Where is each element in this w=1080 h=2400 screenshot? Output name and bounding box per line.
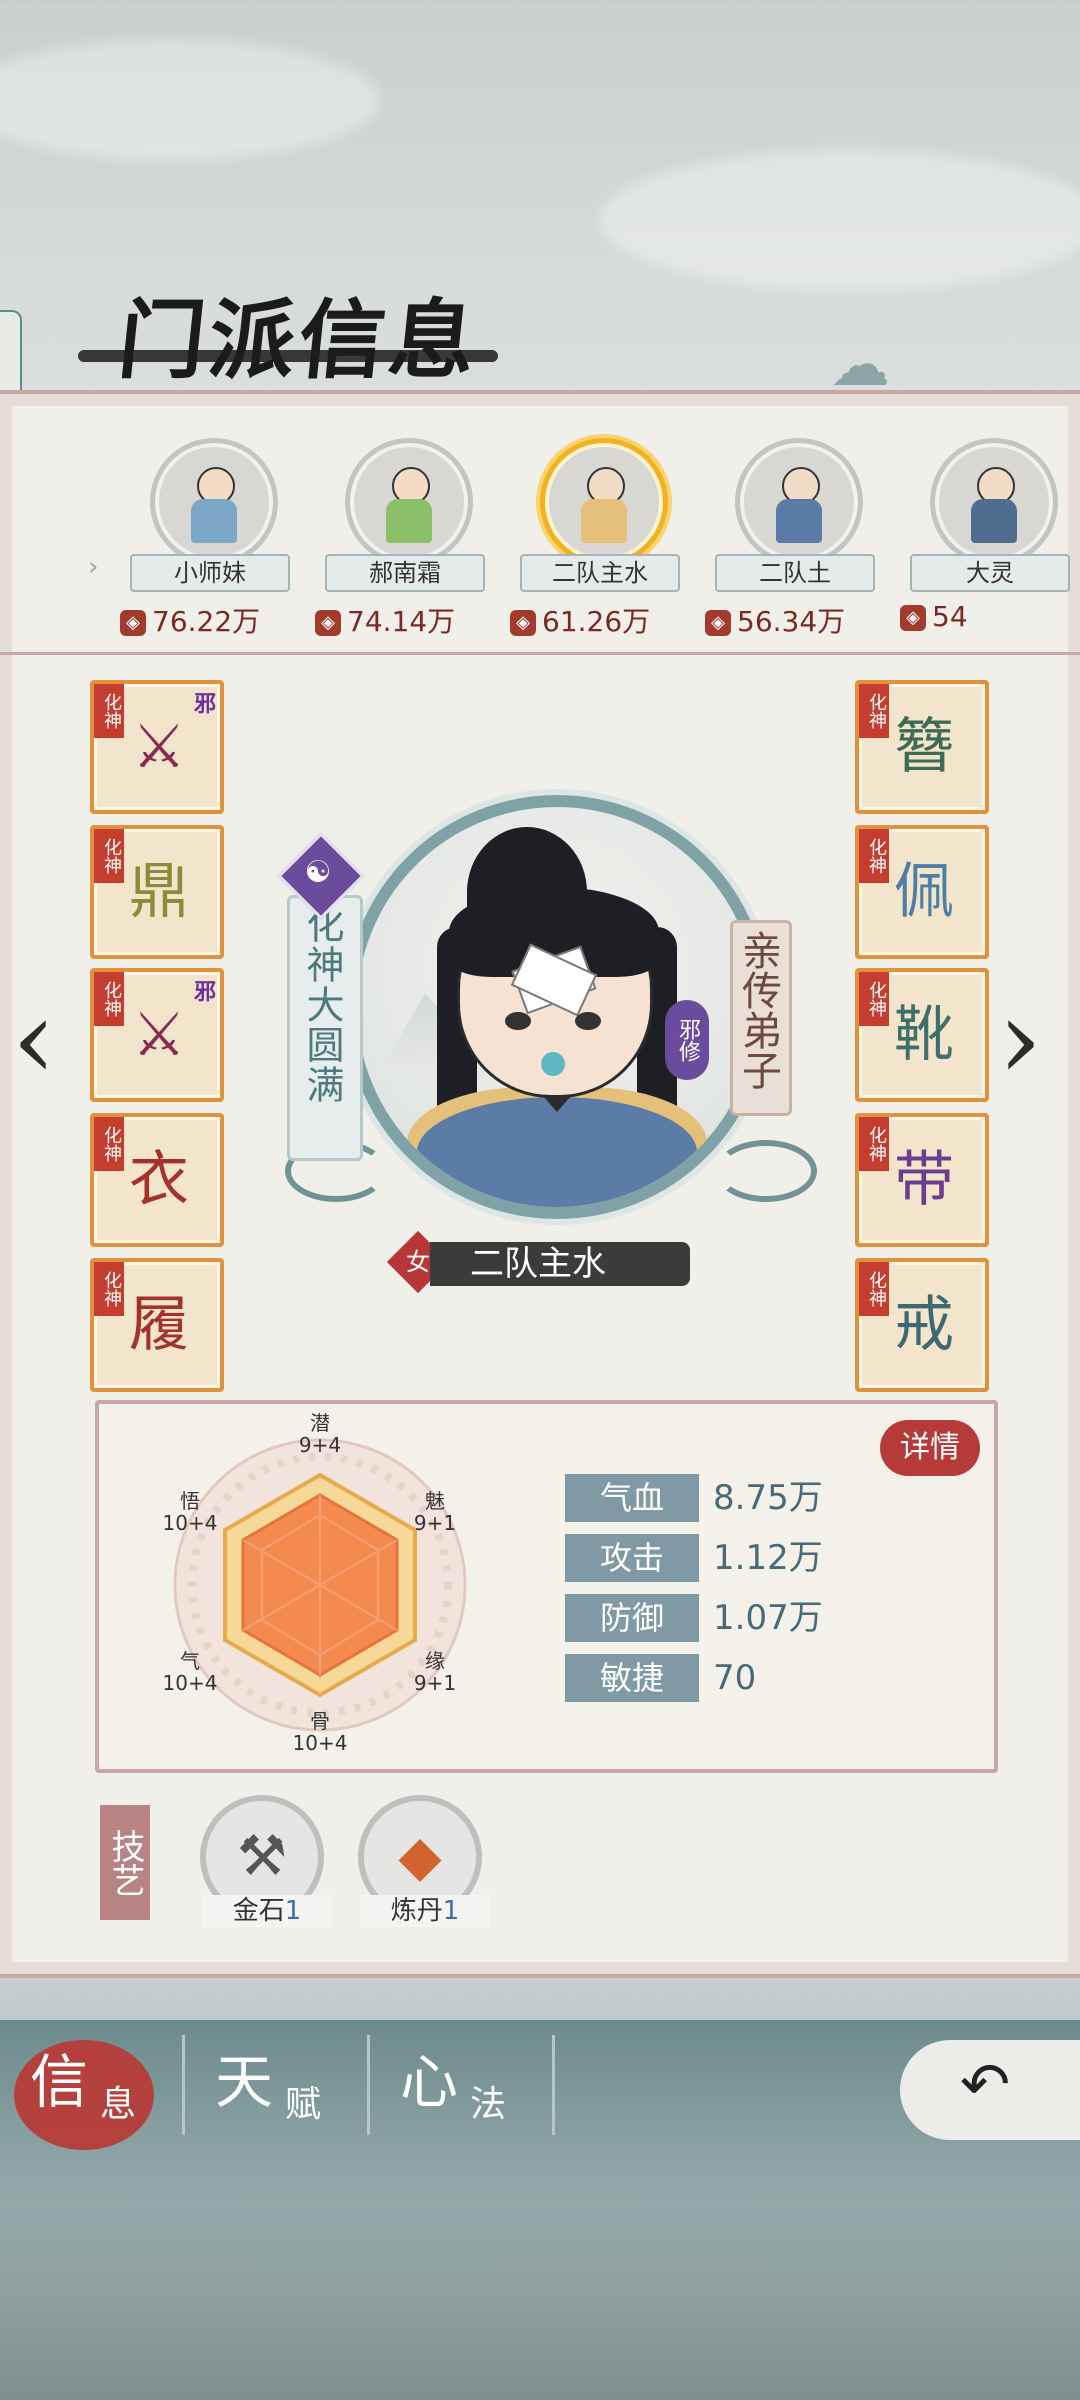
power-icon: ◈ — [120, 610, 146, 636]
tab-talent[interactable]: 天 赋 — [185, 2035, 370, 2135]
equip-slot-left-5[interactable]: 化神 履 — [90, 1258, 224, 1392]
cauldron-icon: 鼎 — [129, 857, 189, 927]
stat-row-attack: 攻击 1.12万 — [565, 1534, 823, 1582]
roster-power: ◈ 61.26万 — [510, 600, 696, 640]
equip-slot-right-2[interactable]: 化神 佩 — [855, 825, 989, 959]
dagger-icon: ⚔ — [132, 712, 186, 782]
roster-item[interactable]: 大灵 ◈ 54 — [890, 430, 1080, 650]
skill-label: 金石1 — [202, 1895, 332, 1927]
roster-name: 二队土 — [715, 554, 875, 592]
robe-icon: 衣 — [129, 1145, 189, 1215]
avatar[interactable] — [540, 438, 668, 566]
attr-gu: 骨 10+4 — [292, 1709, 348, 1755]
radar-chart — [173, 1438, 467, 1732]
roster-name: 二队主水 — [520, 554, 680, 592]
divider — [0, 652, 1080, 655]
stat-row-defense: 防御 1.07万 — [565, 1594, 823, 1642]
power-icon: ◈ — [510, 610, 536, 636]
stat-label: 气血 — [565, 1474, 699, 1522]
attr-yuan: 缘 9+1 — [413, 1649, 457, 1695]
roster-name: 郝南霜 — [325, 554, 485, 592]
roster-item-selected[interactable]: 二队主水 ◈ 61.26万 — [500, 430, 696, 650]
shoe-icon: 靴 — [894, 1000, 954, 1070]
boot-icon: 履 — [129, 1290, 189, 1360]
stat-label: 攻击 — [565, 1534, 699, 1582]
tab-method[interactable]: 心 法 — [370, 2035, 555, 2135]
mountain-backdrop — [0, 2200, 1080, 2400]
roster-power: ◈ 74.14万 — [315, 600, 501, 640]
roster-name: 大灵 — [910, 554, 1070, 592]
disciple-roster[interactable]: 小师妹 ◈ 76.22万 郝南霜 ◈ 74.14万 二队主水 ◈ 61.26万 二队土… — [0, 430, 1080, 650]
equip-slot-left-3[interactable]: 化神 邪 ⚔ — [90, 968, 224, 1102]
equip-slot-left-4[interactable]: 化神 衣 — [90, 1113, 224, 1247]
equip-slot-right-3[interactable]: 化神 靴 — [855, 968, 989, 1102]
stat-label: 防御 — [565, 1594, 699, 1642]
ring-icon: 戒 — [894, 1290, 954, 1360]
mist-decoration — [600, 150, 1080, 290]
character-portrait — [345, 795, 769, 1219]
rank-title: 亲传弟子 — [735, 930, 781, 1090]
page-title: 门派信息 — [113, 290, 485, 391]
stat-row-agility: 敏捷 70 — [565, 1654, 756, 1702]
stat-value: 8.75万 — [713, 1478, 823, 1518]
avatar[interactable] — [150, 438, 278, 566]
equip-slot-left-1[interactable]: 化神 邪 ⚔ — [90, 680, 224, 814]
roster-power: ◈ 56.34万 — [705, 600, 891, 640]
belt-icon: 带 — [894, 1145, 954, 1215]
attr-mei: 魅 9+1 — [413, 1489, 457, 1535]
roster-item[interactable]: 小师妹 ◈ 76.22万 — [110, 430, 306, 650]
attr-qi: 气 10+4 — [162, 1649, 218, 1695]
stat-value: 1.07万 — [713, 1598, 823, 1638]
equip-slot-right-4[interactable]: 化神 带 — [855, 1113, 989, 1247]
prev-disciple-arrow-icon[interactable]: ‹ — [12, 975, 56, 1103]
next-disciple-arrow-icon[interactable]: › — [998, 975, 1042, 1103]
power-icon: ◈ — [900, 605, 926, 631]
power-icon: ◈ — [315, 610, 341, 636]
tab-info[interactable]: 信 息 — [0, 2035, 185, 2135]
avatar[interactable] — [345, 438, 473, 566]
roster-scroll-left-icon[interactable]: › — [88, 552, 98, 582]
dagger-icon: ⚔ — [132, 1000, 186, 1070]
skill-jinshi[interactable]: ⚒ 金石1 — [200, 1795, 332, 1927]
cloud-swirl-icon — [715, 1140, 817, 1202]
sect-type-tag: 邪修 — [665, 1000, 709, 1080]
roster-power: ◈ 54 — [900, 600, 1080, 633]
power-icon: ◈ — [705, 610, 731, 636]
equip-slot-right-1[interactable]: 化神 簪 — [855, 680, 989, 814]
roster-item[interactable]: 二队土 ◈ 56.34万 — [695, 430, 891, 650]
skill-liandan[interactable]: ◆ 炼丹1 — [358, 1795, 490, 1927]
roster-power: ◈ 76.22万 — [120, 600, 306, 640]
skills-tag: 技艺 — [100, 1805, 150, 1920]
swirl-icon: ☯ — [304, 855, 332, 890]
stat-value: 70 — [713, 1658, 757, 1698]
attr-qian: 潜 9+4 — [298, 1411, 342, 1457]
realm-text: 化神大圆满 — [300, 905, 344, 1105]
details-button[interactable]: 详情 — [880, 1420, 980, 1476]
equip-slot-left-2[interactable]: 化神 鼎 — [90, 825, 224, 959]
stat-value: 1.12万 — [713, 1538, 823, 1578]
stat-label: 敏捷 — [565, 1654, 699, 1702]
avatar[interactable] — [930, 438, 1058, 566]
character-name: 二队主水 — [430, 1242, 690, 1286]
roster-name: 小师妹 — [130, 554, 290, 592]
attr-wu: 悟 10+4 — [162, 1489, 218, 1535]
attribute-radar: 潜 9+4 魅 9+1 缘 9+1 骨 10+4 气 10+4 悟 10+4 — [160, 1412, 480, 1754]
pendant-icon: 佩 — [894, 857, 954, 927]
avatar[interactable] — [735, 438, 863, 566]
equip-slot-right-5[interactable]: 化神 戒 — [855, 1258, 989, 1392]
hairpin-icon: 簪 — [894, 712, 954, 782]
mist-decoration — [0, 40, 380, 160]
skill-label: 炼丹1 — [360, 1895, 490, 1927]
title-underline — [78, 350, 498, 362]
back-arrow-icon[interactable]: ↶ — [960, 2050, 1010, 2120]
roster-item[interactable]: 郝南霜 ◈ 74.14万 — [305, 430, 501, 650]
stat-row-hp: 气血 8.75万 — [565, 1474, 823, 1522]
